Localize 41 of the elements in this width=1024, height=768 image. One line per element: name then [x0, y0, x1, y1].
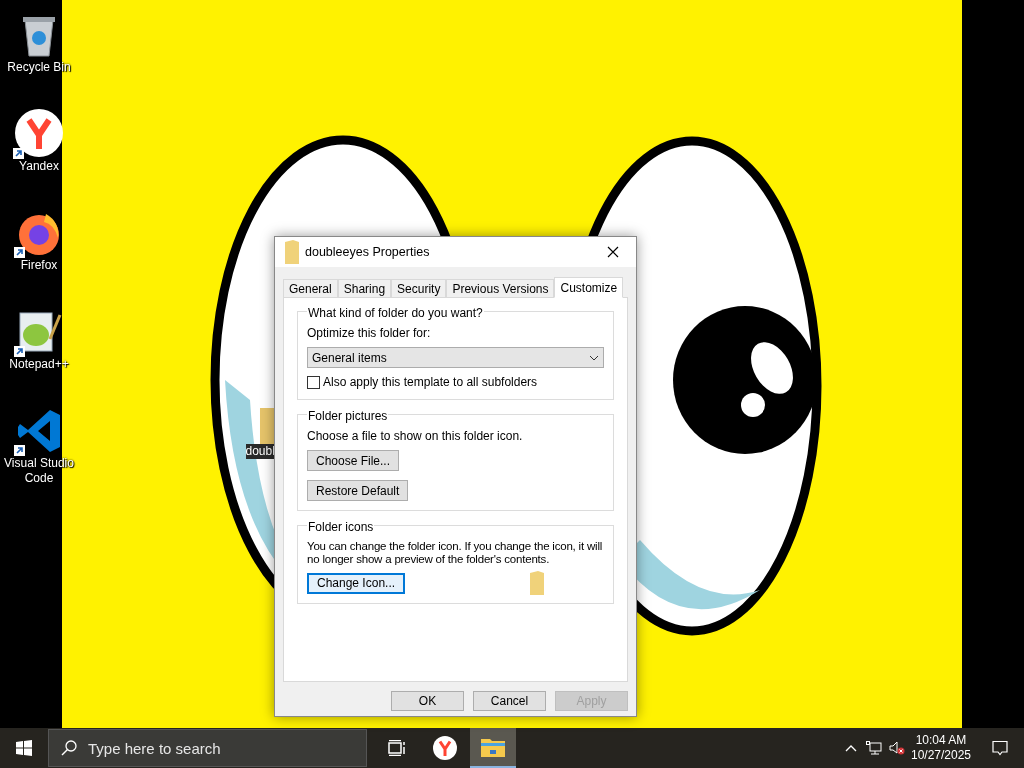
- network-icon: [866, 741, 882, 755]
- group-description: Choose a file to show on this folder icon.: [307, 429, 524, 443]
- notification-icon: [992, 740, 1008, 756]
- tab[interactable]: Customize: [554, 277, 624, 298]
- search-field[interactable]: Type here to search: [48, 729, 367, 767]
- dialog-button[interactable]: Restore Default: [307, 480, 409, 501]
- desktop-icon-label[interactable]: Firefox: [20, 258, 58, 273]
- close-icon: [607, 246, 619, 258]
- task-view-icon: [388, 740, 406, 756]
- tab[interactable]: General: [283, 279, 338, 297]
- group-description: You can change the folder icon. If you change the icon, it will no longer show a preview of the folder's contents.: [307, 540, 604, 566]
- search-icon: [61, 740, 77, 756]
- tab[interactable]: Sharing: [337, 279, 392, 297]
- yandex-icon: [15, 109, 63, 157]
- desktop-icon-label[interactable]: Recycle Bin: [7, 60, 71, 75]
- change-icon-button[interactable]: Change Icon...: [307, 572, 406, 594]
- group-title: What kind of folder do you want?: [307, 306, 484, 320]
- group-title: Folder icons: [307, 520, 375, 534]
- tab[interactable]: Previous Versions: [446, 279, 555, 297]
- dialog-button[interactable]: OK: [391, 691, 464, 711]
- muted-speaker-icon: [889, 741, 905, 755]
- tab[interactable]: Security: [391, 279, 447, 297]
- field-label: Optimize this folder for:: [307, 326, 432, 340]
- dialog-button[interactable]: Choose File...: [307, 450, 400, 471]
- checkbox[interactable]: [307, 375, 320, 389]
- desktop-icon-label[interactable]: Yandex: [19, 159, 59, 174]
- chevron-up-icon: [845, 744, 857, 752]
- yandex-icon: [433, 736, 457, 760]
- code-editor-icon: [16, 408, 62, 454]
- chevron-down-icon: [589, 354, 599, 361]
- window-title: doubleeyes Properties: [305, 243, 430, 261]
- checkbox-label[interactable]: Also apply this template to all subfolders: [323, 373, 538, 391]
- dialog-button[interactable]: Cancel: [473, 691, 546, 711]
- folder-preview-icon: [530, 571, 545, 595]
- folder-icon: [481, 737, 505, 757]
- folder-icon: [285, 240, 299, 264]
- dropdown[interactable]: General items: [307, 347, 604, 368]
- windows-logo-icon: [16, 740, 32, 756]
- group-title: Folder pictures: [307, 409, 389, 423]
- notepad-icon: [16, 309, 62, 355]
- clock[interactable]: 10:04 AM 10/27/2025: [908, 728, 974, 768]
